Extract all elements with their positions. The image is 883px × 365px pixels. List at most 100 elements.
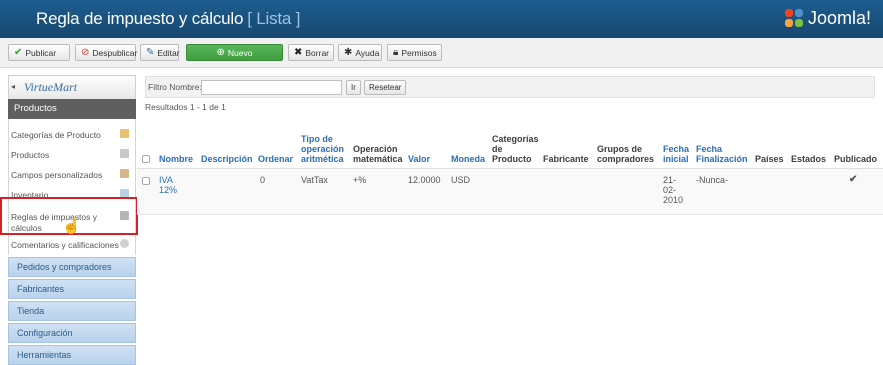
cell-fi-l1: 21- [663,175,677,185]
sidebar-item-comentarios[interactable]: Comentarios y calificaciones [9,235,135,255]
row-checkbox[interactable] [142,177,150,185]
col-estados: Estados [791,154,827,164]
app-header: Regla de impuesto y cálculo[ Lista ] Joo… [0,0,883,38]
col-grupos-l2: compradores [597,154,655,164]
new-label: Nuevo [227,47,253,58]
filter-label: Filtro Nombre: [148,82,202,92]
col-paises: Países [755,154,784,164]
sidebar-group-configuracion[interactable]: Configuración [8,323,136,343]
virtuemart-logo-text: VirtueMart [24,80,78,94]
sidebar-item-campos[interactable]: Campos personalizados [9,165,135,185]
sidebar-item-categorias[interactable]: Categorías de Producto [9,125,135,145]
rule-name-link[interactable]: IVA 12% [159,175,177,195]
joomla-mark-icon [784,8,805,29]
cell-moneda: USD [451,175,471,185]
cell-valor: 12.0000 [408,175,441,185]
col-cat-l1: Categorías [492,134,539,144]
plus-icon: ⊕ [216,46,225,58]
col-tipo-l2: operación [301,144,345,154]
col-op-l1: Operación [353,144,398,154]
sidebar-group-fabricantes[interactable]: Fabricantes [8,279,136,299]
col-fi-l1: Fecha [663,144,690,154]
col-descripcion[interactable]: Descripción [201,154,253,164]
page-title: Regla de impuesto y cálculo[ Lista ] [36,9,300,29]
col-cat-l2: de [492,144,503,154]
col-ff-l1: Fecha [696,144,723,154]
help-button[interactable]: ✱ Ayuda [338,44,382,61]
sidebar-group-tienda[interactable]: Tienda [8,301,136,321]
go-button[interactable]: Ir [346,80,361,95]
unpublish-icon: ⊘ [81,46,90,58]
publish-button[interactable]: ✔ Publicar [8,44,70,61]
sidebar-group-herramientas[interactable]: Herramientas [8,345,136,365]
unpublish-label: Despublicar [92,47,138,58]
col-publicado: Publicado [834,154,878,164]
col-cat-l3: Producto [492,154,532,164]
unpublish-button[interactable]: ⊘ Despublicar [75,44,138,61]
check-icon[interactable]: ✔ [849,175,857,185]
cell-fi-l3: 2010 [663,195,684,205]
sidebar-item-label: Comentarios y calificaciones [11,240,119,250]
col-fecha-finalizacion[interactable]: Fecha Finalización [696,144,748,164]
sidebar-group-pedidos[interactable]: Pedidos y compradores [8,257,136,277]
delete-button[interactable]: ✖ Borrar [288,44,334,61]
custom-fields-icon [120,169,129,178]
gear-icon: ✱ [344,46,353,58]
lock-icon: 🔒︎ [393,46,399,58]
cell-operacion: +% [353,175,367,185]
col-fecha-inicial[interactable]: Fecha inicial [663,144,689,164]
sidebar-item-label: Productos [11,150,50,160]
edit-button[interactable]: ✎ Editar [140,44,180,61]
col-grupos-l1: Grupos de [597,144,643,154]
col-ordenar[interactable]: Ordenar [258,154,293,164]
rules-table: Nombre Descripción Ordenar Tipo de operac… [137,124,883,215]
col-tipo[interactable]: Tipo de operación aritmética [301,134,344,164]
permissions-label: Permisos [401,47,437,58]
publish-label: Publicar [25,47,57,58]
page-title-text: Regla de impuesto y cálculo [36,9,244,28]
col-categorias: Categorías de Producto [492,134,539,164]
cell-fi-l2: 02- [663,185,677,195]
col-fi-l2: inicial [663,154,689,164]
new-button[interactable]: ⊕ Nuevo [186,44,283,61]
permissions-button[interactable]: 🔒︎ Permisos [387,44,442,61]
col-valor[interactable]: Valor [408,154,430,164]
edit-icon: ✎ [146,46,155,58]
cell-ordenar: 0 [260,175,266,185]
sidebar-section-productos[interactable]: Productos [8,99,136,119]
filter-bar: Filtro Nombre: Ir Resetear [145,76,875,98]
cell-fecha-finalizacion: -Nunca- [696,175,729,185]
results-count: Resultados 1 - 1 de 1 [145,102,226,112]
virtuemart-logo: ◂ VirtueMart [8,75,136,99]
col-grupos: Grupos de compradores [597,144,654,164]
delete-label: Borrar [305,47,330,58]
col-ff-l2: Finalización [696,154,748,164]
col-fabricante: Fabricante [543,154,589,164]
col-moneda[interactable]: Moneda [451,154,485,164]
sidebar-item-label: Campos personalizados [11,170,103,180]
sidebar-item-label: Categorías de Producto [11,130,101,140]
joomla-logo: Joomla! [784,8,871,29]
reset-button[interactable]: Resetear [364,80,407,95]
cell-fecha-inicial: 21- 02- 2010 [663,175,683,205]
filter-name-input[interactable] [201,80,342,95]
hand-cursor-icon: ☝ [62,218,81,235]
check-icon: ✔ [14,46,23,58]
products-icon [120,149,129,158]
collapse-arrow-icon[interactable]: ◂ [11,82,15,91]
table-header-row: Nombre Descripción Ordenar Tipo de operac… [137,124,883,169]
select-all-checkbox[interactable] [142,155,150,163]
edit-label: Editar [157,47,180,58]
help-label: Ayuda [355,47,380,58]
sidebar-item-productos[interactable]: Productos [9,145,135,165]
col-nombre[interactable]: Nombre [159,154,193,164]
col-tipo-l1: Tipo de [301,134,333,144]
col-operacion: Operación matemática [353,144,403,164]
comments-icon [120,239,129,248]
joomla-brand: Joomla! [807,8,871,28]
page-subtitle: [ Lista ] [247,9,301,28]
toolbar: ✔ Publicar ⊘ Despublicar ✎ Editar ⊕ Nuev… [0,38,883,68]
table-row: IVA 12% 0 VatTax +% 12.0000 USD 21- 02- 201… [137,169,883,215]
col-op-l2: matemática [353,154,403,164]
rule-name-l2: 12% [159,185,178,195]
